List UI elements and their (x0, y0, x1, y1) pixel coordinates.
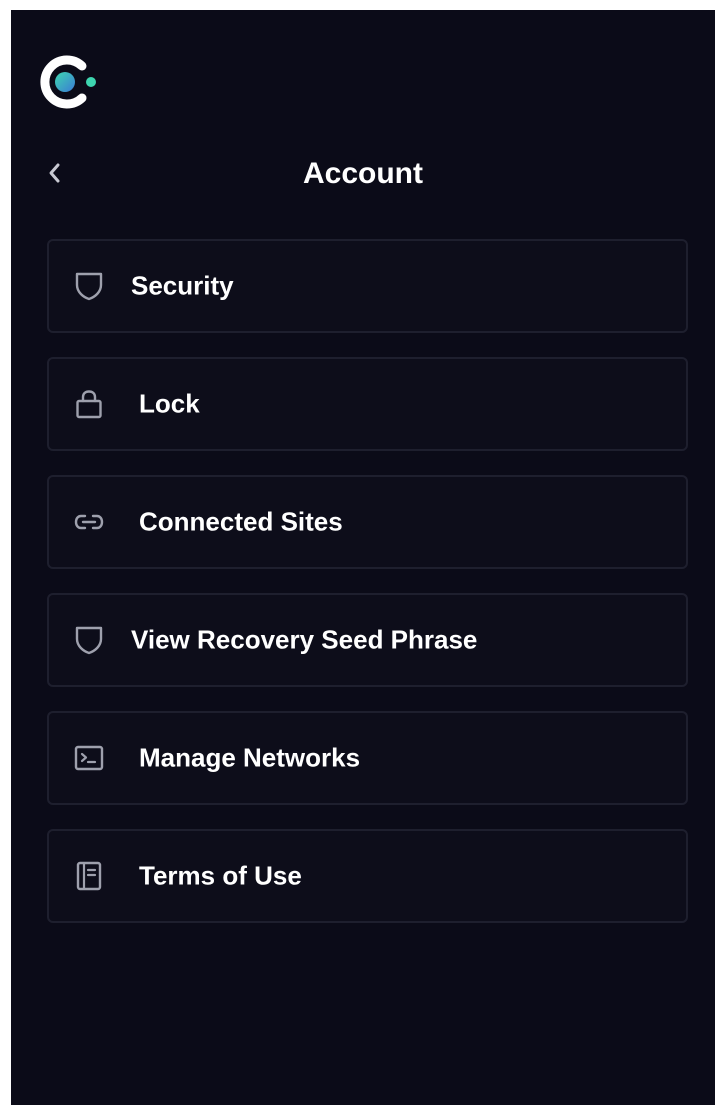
brand-logo-icon (38, 52, 102, 112)
menu-item-lock[interactable]: Lock (47, 357, 688, 451)
page-title: Account (303, 157, 423, 190)
lock-icon (71, 386, 107, 422)
link-icon (71, 504, 107, 540)
menu-item-terms-of-use[interactable]: Terms of Use (47, 829, 688, 923)
menu-item-label: Security (131, 270, 234, 301)
account-menu: Security Lock Connected Sites View Recov… (47, 239, 688, 947)
menu-item-label: Lock (139, 388, 200, 419)
menu-item-view-recovery-seed-phrase[interactable]: View Recovery Seed Phrase (47, 593, 688, 687)
document-icon (71, 858, 107, 894)
menu-item-label: Connected Sites (139, 506, 343, 537)
menu-item-security[interactable]: Security (47, 239, 688, 333)
menu-item-label: Terms of Use (139, 860, 302, 891)
menu-item-label: Manage Networks (139, 742, 361, 773)
menu-item-manage-networks[interactable]: Manage Networks (47, 711, 688, 805)
shield-icon (71, 622, 107, 658)
menu-item-connected-sites[interactable]: Connected Sites (47, 475, 688, 569)
account-screen: Account Security Lock Connected Sites Vi… (11, 10, 715, 1105)
shield-icon (71, 268, 107, 304)
menu-item-label: View Recovery Seed Phrase (131, 624, 478, 655)
terminal-icon (71, 740, 107, 776)
